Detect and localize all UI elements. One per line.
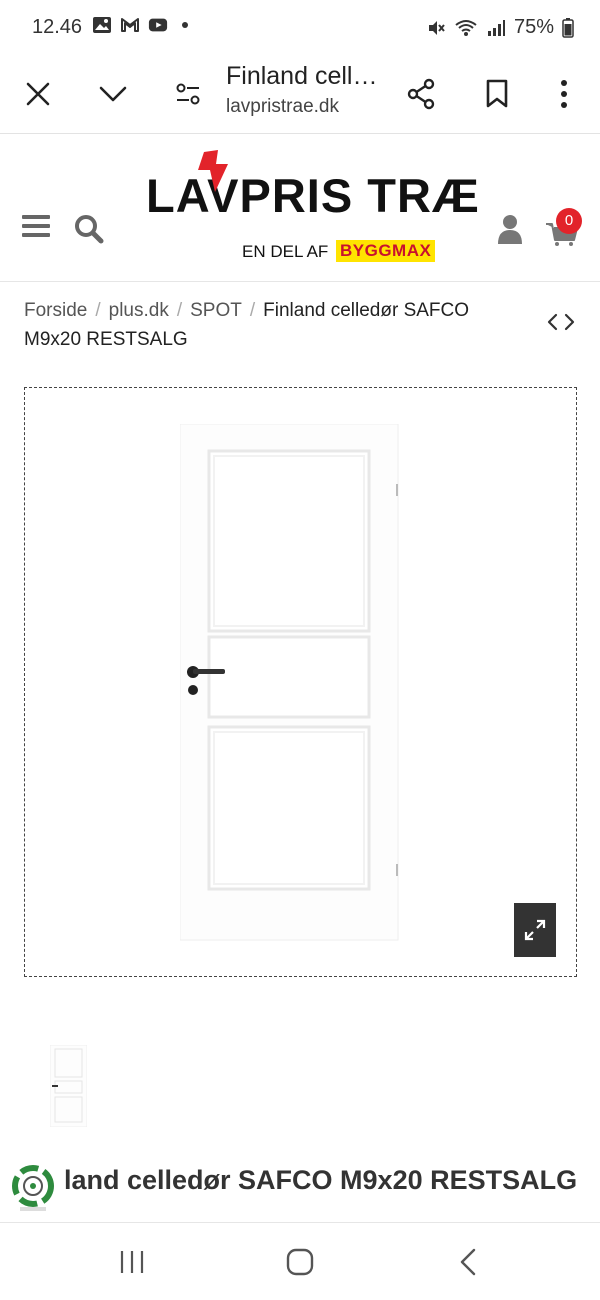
user-icon[interactable] (498, 214, 522, 244)
close-icon (26, 82, 50, 106)
browser-toolbar: Finland cell… lavpristrae.dk (0, 56, 600, 134)
share-button[interactable] (399, 72, 443, 116)
page-settings-icon (176, 83, 200, 105)
share-icon (407, 78, 435, 110)
youtube-icon (148, 18, 168, 32)
site-logo[interactable]: LAVPRIS TRÆ EN DEL AF BYGGMAX (146, 150, 479, 262)
bookmark-icon (486, 79, 508, 108)
more-options-button[interactable] (542, 72, 586, 116)
logo-text: LAVPRIS TRÆ (146, 169, 480, 222)
system-status: 75% (426, 16, 574, 39)
notification-icons (92, 16, 188, 34)
breadcrumb-item-forside[interactable]: Forside (24, 300, 87, 321)
search-icon[interactable] (74, 214, 104, 244)
gmail-icon (121, 18, 139, 32)
recent-apps-icon (120, 1251, 144, 1273)
breadcrumb-separator: / (249, 300, 256, 321)
bookmark-button[interactable] (475, 72, 519, 116)
menu-icon[interactable] (22, 214, 50, 238)
back-icon (460, 1248, 476, 1276)
code-view-icon[interactable] (546, 312, 576, 332)
gallery-icon (93, 17, 111, 33)
eco-badge-icon[interactable] (10, 1163, 56, 1213)
back-button[interactable] (446, 1245, 490, 1279)
home-button[interactable] (278, 1245, 322, 1279)
chevron-down-icon (99, 86, 127, 102)
site-header: LAVPRIS TRÆ EN DEL AF BYGGMAX 0 (0, 134, 600, 282)
product-title: land celledør SAFCO M9x20 RESTSALG (64, 1165, 578, 1195)
mute-icon (428, 20, 445, 35)
battery-icon (562, 17, 574, 38)
logo-subtitle: EN DEL AF (242, 242, 329, 261)
close-tab-button[interactable] (16, 72, 60, 116)
wifi-icon (455, 19, 477, 36)
breadcrumb-item-spot[interactable]: SPOT (190, 300, 242, 321)
breadcrumb: Forside / plus.dk / SPOT / Finland celledør SA… (24, 296, 524, 354)
breadcrumb-item-plus[interactable]: plus.dk (109, 300, 169, 321)
product-image-gallery[interactable] (24, 387, 577, 977)
product-thumbnail[interactable] (50, 1045, 87, 1127)
status-bar: 12.46 75% (0, 0, 600, 56)
breadcrumb-separator: / (176, 300, 183, 321)
page-url[interactable]: lavpristrae.dk (226, 96, 339, 118)
cart-count-badge[interactable]: 0 (556, 208, 582, 234)
breadcrumb-separator: / (95, 300, 101, 321)
system-nav-bar (0, 1222, 600, 1300)
byggmax-badge: BYGGMAX (336, 240, 436, 262)
expand-image-button[interactable] (514, 903, 556, 957)
expand-icon (524, 919, 546, 941)
recent-apps-button[interactable] (110, 1245, 154, 1279)
page-settings-button[interactable] (166, 72, 210, 116)
more-icon (561, 80, 567, 108)
logo-arrow-icon (198, 150, 228, 192)
breadcrumb-current: Finland celledør SAFCO M9x20 RESTSALG (24, 300, 470, 350)
status-time: 12.46 (32, 16, 83, 38)
door-image (180, 424, 399, 941)
minimize-button[interactable] (91, 72, 135, 116)
signal-icon (487, 19, 505, 36)
page-title[interactable]: Finland cell… (226, 62, 377, 91)
home-icon (286, 1248, 314, 1276)
battery-percent: 75% (513, 16, 554, 38)
notification-dot (182, 22, 188, 28)
